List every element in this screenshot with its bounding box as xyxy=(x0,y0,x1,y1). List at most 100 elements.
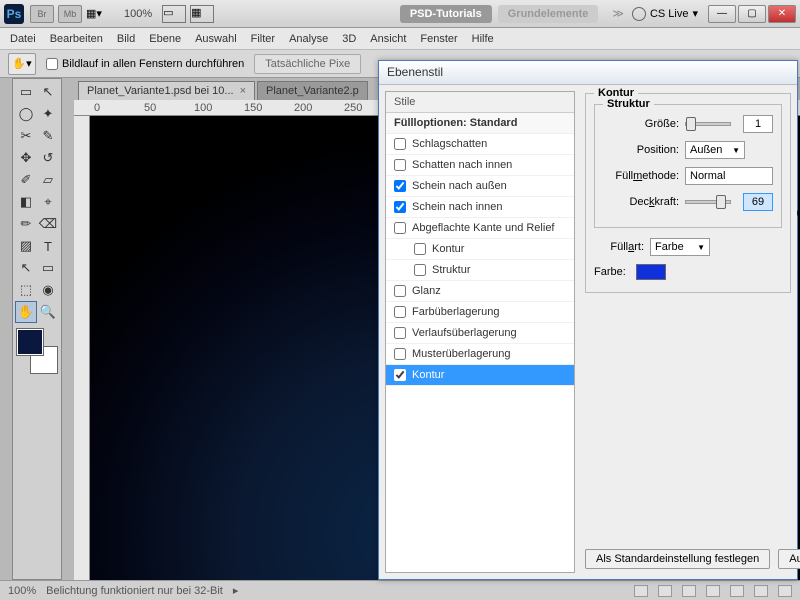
cs-live-button[interactable]: CS Live ▾ xyxy=(632,7,698,21)
tool-eyedropper[interactable]: ✎ xyxy=(37,125,59,147)
groesse-slider[interactable] xyxy=(685,122,731,126)
tool-marquee[interactable]: ↖ xyxy=(37,81,59,103)
tool-eraser[interactable]: ◧ xyxy=(15,191,37,213)
tool-heal[interactable]: ✥ xyxy=(15,147,37,169)
set-default-button[interactable]: Als Standardeinstellung festlegen xyxy=(585,549,770,569)
workspace-more-icon[interactable]: ≫ xyxy=(612,7,624,20)
menu-datei[interactable]: Datei xyxy=(10,33,36,45)
status-zoom[interactable]: 100% xyxy=(8,585,36,597)
tool-pen[interactable]: ▨ xyxy=(15,235,37,257)
tab-variante1[interactable]: Planet_Variante1.psd bei 10... × xyxy=(78,81,255,100)
workspace-grundelemente[interactable]: Grundelemente xyxy=(498,5,599,23)
close-icon[interactable]: × xyxy=(240,85,246,97)
status-icon[interactable] xyxy=(778,585,792,597)
tool-type[interactable]: T xyxy=(37,235,59,257)
fuellart-select[interactable]: Farbe▼ xyxy=(650,238,710,256)
style-glanz[interactable]: Glanz xyxy=(386,281,574,302)
menu-bild[interactable]: Bild xyxy=(117,33,135,45)
style-musterueber[interactable]: Musterüberlagerung xyxy=(386,344,574,365)
tab-variante2[interactable]: Planet_Variante2.p xyxy=(257,81,368,100)
scroll-all-checkbox[interactable]: Bildlauf in allen Fenstern durchführen xyxy=(46,58,244,70)
style-kontur-sub[interactable]: Kontur xyxy=(386,239,574,260)
checkbox[interactable] xyxy=(414,264,426,276)
foreground-color-swatch[interactable] xyxy=(17,329,43,355)
menu-hilfe[interactable]: Hilfe xyxy=(472,33,494,45)
hand-tool-preset[interactable]: ✋▾ xyxy=(8,53,36,75)
menu-analyse[interactable]: Analyse xyxy=(289,33,328,45)
checkbox[interactable] xyxy=(394,201,406,213)
zoom-level[interactable]: 100% xyxy=(124,8,152,20)
checkbox[interactable] xyxy=(394,159,406,171)
tool-move[interactable]: ▭ xyxy=(15,81,37,103)
stroke-color-swatch[interactable] xyxy=(636,264,666,280)
fuellmethode-select[interactable]: Normal xyxy=(685,167,773,185)
deckkraft-slider[interactable] xyxy=(685,200,731,204)
menu-ebene[interactable]: Ebene xyxy=(149,33,181,45)
checkbox[interactable] xyxy=(394,306,406,318)
checkbox[interactable] xyxy=(394,369,406,381)
screen-mode-dropdown[interactable]: ▦▾ xyxy=(86,5,116,23)
tool-wand[interactable]: ✦ xyxy=(37,103,59,125)
tool-stamp[interactable]: ✐ xyxy=(15,169,37,191)
ruler-vertical[interactable] xyxy=(74,116,90,580)
style-verlaufueber[interactable]: Verlaufsüberlagerung xyxy=(386,323,574,344)
style-schein-innen[interactable]: Schein nach innen xyxy=(386,197,574,218)
actual-pixels-button[interactable]: Tatsächliche Pixe xyxy=(254,54,361,74)
style-schlagschatten[interactable]: Schlagschatten xyxy=(386,134,574,155)
style-kante-relief[interactable]: Abgeflachte Kante und Relief xyxy=(386,218,574,239)
minibridge-button[interactable]: Mb xyxy=(58,5,82,23)
styles-header[interactable]: Stile xyxy=(386,92,574,113)
groesse-input[interactable]: 1 xyxy=(743,115,773,133)
menu-fenster[interactable]: Fenster xyxy=(420,33,457,45)
tool-3dcam[interactable]: ◉ xyxy=(37,279,59,301)
status-icon[interactable] xyxy=(658,585,672,597)
tool-3d[interactable]: ⬚ xyxy=(15,279,37,301)
checkbox[interactable] xyxy=(414,243,426,255)
tool-crop[interactable]: ✂ xyxy=(15,125,37,147)
arrange-button[interactable]: ▦ xyxy=(190,5,214,23)
tool-blur[interactable]: ✏ xyxy=(15,213,37,235)
view-extras-button[interactable]: ▭ xyxy=(162,5,186,23)
style-kontur[interactable]: Kontur xyxy=(386,365,574,386)
maximize-button[interactable]: ▢ xyxy=(738,5,766,23)
checkbox[interactable] xyxy=(394,327,406,339)
menu-3d[interactable]: 3D xyxy=(342,33,356,45)
tool-path[interactable]: ↖ xyxy=(15,257,37,279)
minimize-button[interactable]: — xyxy=(708,5,736,23)
bridge-button[interactable]: Br xyxy=(30,5,54,23)
checkbox[interactable] xyxy=(394,348,406,360)
tool-lasso[interactable]: ◯ xyxy=(15,103,37,125)
tool-gradient[interactable]: ⌖ xyxy=(37,191,59,213)
chevron-right-icon[interactable]: ▸ xyxy=(233,584,239,597)
scroll-all-input[interactable] xyxy=(46,58,58,70)
style-schein-aussen[interactable]: Schein nach außen xyxy=(386,176,574,197)
style-struktur-sub[interactable]: Struktur xyxy=(386,260,574,281)
tool-history[interactable]: ▱ xyxy=(37,169,59,191)
style-farbueber[interactable]: Farbüberlagerung xyxy=(386,302,574,323)
style-schatten-innen[interactable]: Schatten nach innen xyxy=(386,155,574,176)
menu-bearbeiten[interactable]: Bearbeiten xyxy=(50,33,103,45)
close-button[interactable]: ✕ xyxy=(768,5,796,23)
color-swatches[interactable] xyxy=(17,329,57,373)
status-icon[interactable] xyxy=(706,585,720,597)
tool-shape[interactable]: ▭ xyxy=(37,257,59,279)
checkbox[interactable] xyxy=(394,222,406,234)
checkbox[interactable] xyxy=(394,180,406,192)
status-icon[interactable] xyxy=(682,585,696,597)
deckkraft-input[interactable]: 69 xyxy=(743,193,773,211)
position-select[interactable]: Außen▼ xyxy=(685,141,745,159)
fill-options-row[interactable]: Füllloptionen: Standard xyxy=(386,113,574,134)
workspace-psd-tutorials[interactable]: PSD-Tutorials xyxy=(400,5,492,23)
tool-hand[interactable]: ✋ xyxy=(15,301,37,323)
tool-dodge[interactable]: ⌫ xyxy=(37,213,59,235)
checkbox[interactable] xyxy=(394,138,406,150)
menu-filter[interactable]: Filter xyxy=(251,33,275,45)
tool-brush[interactable]: ↺ xyxy=(37,147,59,169)
status-icon[interactable] xyxy=(730,585,744,597)
reset-default-button[interactable]: Auf Stand xyxy=(778,549,800,569)
menu-ansicht[interactable]: Ansicht xyxy=(370,33,406,45)
checkbox[interactable] xyxy=(394,285,406,297)
menu-auswahl[interactable]: Auswahl xyxy=(195,33,237,45)
tool-zoom[interactable]: 🔍 xyxy=(37,301,59,323)
status-icon[interactable] xyxy=(634,585,648,597)
